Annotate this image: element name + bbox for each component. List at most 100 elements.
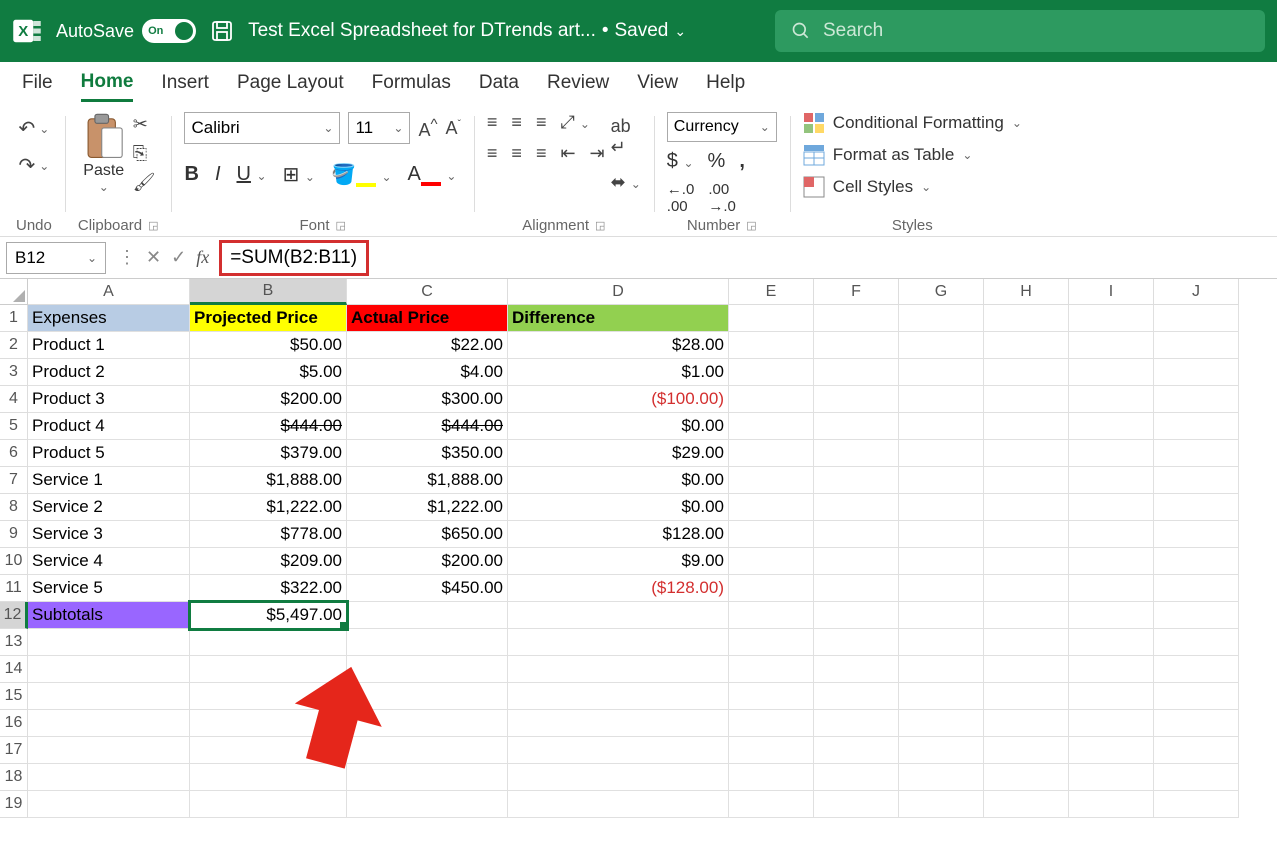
- tab-page-layout[interactable]: Page Layout: [237, 66, 344, 100]
- cell-G16[interactable]: [899, 710, 984, 737]
- accounting-format-button[interactable]: $ ⌄: [667, 150, 694, 173]
- redo-button[interactable]: ↷ ⌄: [19, 153, 50, 178]
- document-title[interactable]: Test Excel Spreadsheet for DTrends art..…: [248, 20, 686, 42]
- cell-A17[interactable]: [28, 737, 190, 764]
- col-header-F[interactable]: F: [814, 279, 899, 305]
- cell-J18[interactable]: [1154, 764, 1239, 791]
- row-header-19[interactable]: 19: [0, 791, 28, 818]
- cell-E17[interactable]: [729, 737, 814, 764]
- cell-E3[interactable]: [729, 359, 814, 386]
- cell-H4[interactable]: [984, 386, 1069, 413]
- cell-C9[interactable]: $650.00: [347, 521, 508, 548]
- increase-decimal-button[interactable]: ←.0.00: [667, 181, 695, 215]
- cell-G13[interactable]: [899, 629, 984, 656]
- cell-A14[interactable]: [28, 656, 190, 683]
- save-icon[interactable]: [210, 19, 234, 43]
- row-header-12[interactable]: 12: [0, 602, 28, 629]
- cell-F1[interactable]: [814, 305, 899, 332]
- cell-E1[interactable]: [729, 305, 814, 332]
- cell-I7[interactable]: [1069, 467, 1154, 494]
- cell-D18[interactable]: [508, 764, 729, 791]
- cell-E13[interactable]: [729, 629, 814, 656]
- cell-B1[interactable]: Projected Price: [190, 305, 347, 332]
- cell-C2[interactable]: $22.00: [347, 332, 508, 359]
- cell-I17[interactable]: [1069, 737, 1154, 764]
- cell-E19[interactable]: [729, 791, 814, 818]
- align-bottom-button[interactable]: ≡: [536, 112, 547, 133]
- cell-C19[interactable]: [347, 791, 508, 818]
- cell-A8[interactable]: Service 2: [28, 494, 190, 521]
- align-middle-button[interactable]: ≡: [511, 112, 522, 133]
- cell-H16[interactable]: [984, 710, 1069, 737]
- cell-C13[interactable]: [347, 629, 508, 656]
- cell-A16[interactable]: [28, 710, 190, 737]
- col-header-D[interactable]: D: [508, 279, 729, 305]
- cell-F5[interactable]: [814, 413, 899, 440]
- underline-button[interactable]: U ⌄: [237, 163, 267, 186]
- cell-J1[interactable]: [1154, 305, 1239, 332]
- cell-H7[interactable]: [984, 467, 1069, 494]
- increase-font-button[interactable]: A^: [418, 116, 437, 141]
- cell-H5[interactable]: [984, 413, 1069, 440]
- cell-G14[interactable]: [899, 656, 984, 683]
- cell-I15[interactable]: [1069, 683, 1154, 710]
- cell-G3[interactable]: [899, 359, 984, 386]
- spreadsheet-grid[interactable]: ABCDEFGHIJ1ExpensesProjected PriceActual…: [0, 279, 1277, 818]
- cell-D8[interactable]: $0.00: [508, 494, 729, 521]
- row-header-9[interactable]: 9: [0, 521, 28, 548]
- cell-F18[interactable]: [814, 764, 899, 791]
- row-header-4[interactable]: 4: [0, 386, 28, 413]
- cell-D9[interactable]: $128.00: [508, 521, 729, 548]
- cell-D14[interactable]: [508, 656, 729, 683]
- cell-I2[interactable]: [1069, 332, 1154, 359]
- number-launcher[interactable]: ◲: [746, 219, 756, 232]
- cell-H12[interactable]: [984, 602, 1069, 629]
- cell-D10[interactable]: $9.00: [508, 548, 729, 575]
- cell-B10[interactable]: $209.00: [190, 548, 347, 575]
- cell-styles-button[interactable]: Cell Styles ⌄: [803, 176, 1022, 198]
- row-header-16[interactable]: 16: [0, 710, 28, 737]
- cell-F19[interactable]: [814, 791, 899, 818]
- cell-F9[interactable]: [814, 521, 899, 548]
- cell-D17[interactable]: [508, 737, 729, 764]
- cell-G10[interactable]: [899, 548, 984, 575]
- col-header-B[interactable]: B: [190, 279, 347, 305]
- italic-button[interactable]: I: [215, 163, 221, 186]
- cell-H6[interactable]: [984, 440, 1069, 467]
- cell-E7[interactable]: [729, 467, 814, 494]
- cell-D4[interactable]: ($100.00): [508, 386, 729, 413]
- cell-E4[interactable]: [729, 386, 814, 413]
- cell-A4[interactable]: Product 3: [28, 386, 190, 413]
- tab-insert[interactable]: Insert: [161, 66, 209, 100]
- cell-I18[interactable]: [1069, 764, 1154, 791]
- cell-A19[interactable]: [28, 791, 190, 818]
- cell-J12[interactable]: [1154, 602, 1239, 629]
- cell-E8[interactable]: [729, 494, 814, 521]
- cell-A11[interactable]: Service 5: [28, 575, 190, 602]
- cell-J4[interactable]: [1154, 386, 1239, 413]
- cell-D11[interactable]: ($128.00): [508, 575, 729, 602]
- cell-A7[interactable]: Service 1: [28, 467, 190, 494]
- col-header-H[interactable]: H: [984, 279, 1069, 305]
- cell-G6[interactable]: [899, 440, 984, 467]
- cell-F11[interactable]: [814, 575, 899, 602]
- wrap-text-button[interactable]: ab↵: [611, 116, 641, 158]
- cell-F7[interactable]: [814, 467, 899, 494]
- cell-D6[interactable]: $29.00: [508, 440, 729, 467]
- cell-G1[interactable]: [899, 305, 984, 332]
- cell-H9[interactable]: [984, 521, 1069, 548]
- row-header-11[interactable]: 11: [0, 575, 28, 602]
- cell-E9[interactable]: [729, 521, 814, 548]
- cell-A2[interactable]: Product 1: [28, 332, 190, 359]
- cell-I1[interactable]: [1069, 305, 1154, 332]
- cell-H17[interactable]: [984, 737, 1069, 764]
- col-header-C[interactable]: C: [347, 279, 508, 305]
- cell-H18[interactable]: [984, 764, 1069, 791]
- cell-F2[interactable]: [814, 332, 899, 359]
- cell-E2[interactable]: [729, 332, 814, 359]
- cell-I4[interactable]: [1069, 386, 1154, 413]
- cell-H19[interactable]: [984, 791, 1069, 818]
- cell-J14[interactable]: [1154, 656, 1239, 683]
- formula-input[interactable]: =SUM(B2:B11): [219, 240, 369, 276]
- cell-I13[interactable]: [1069, 629, 1154, 656]
